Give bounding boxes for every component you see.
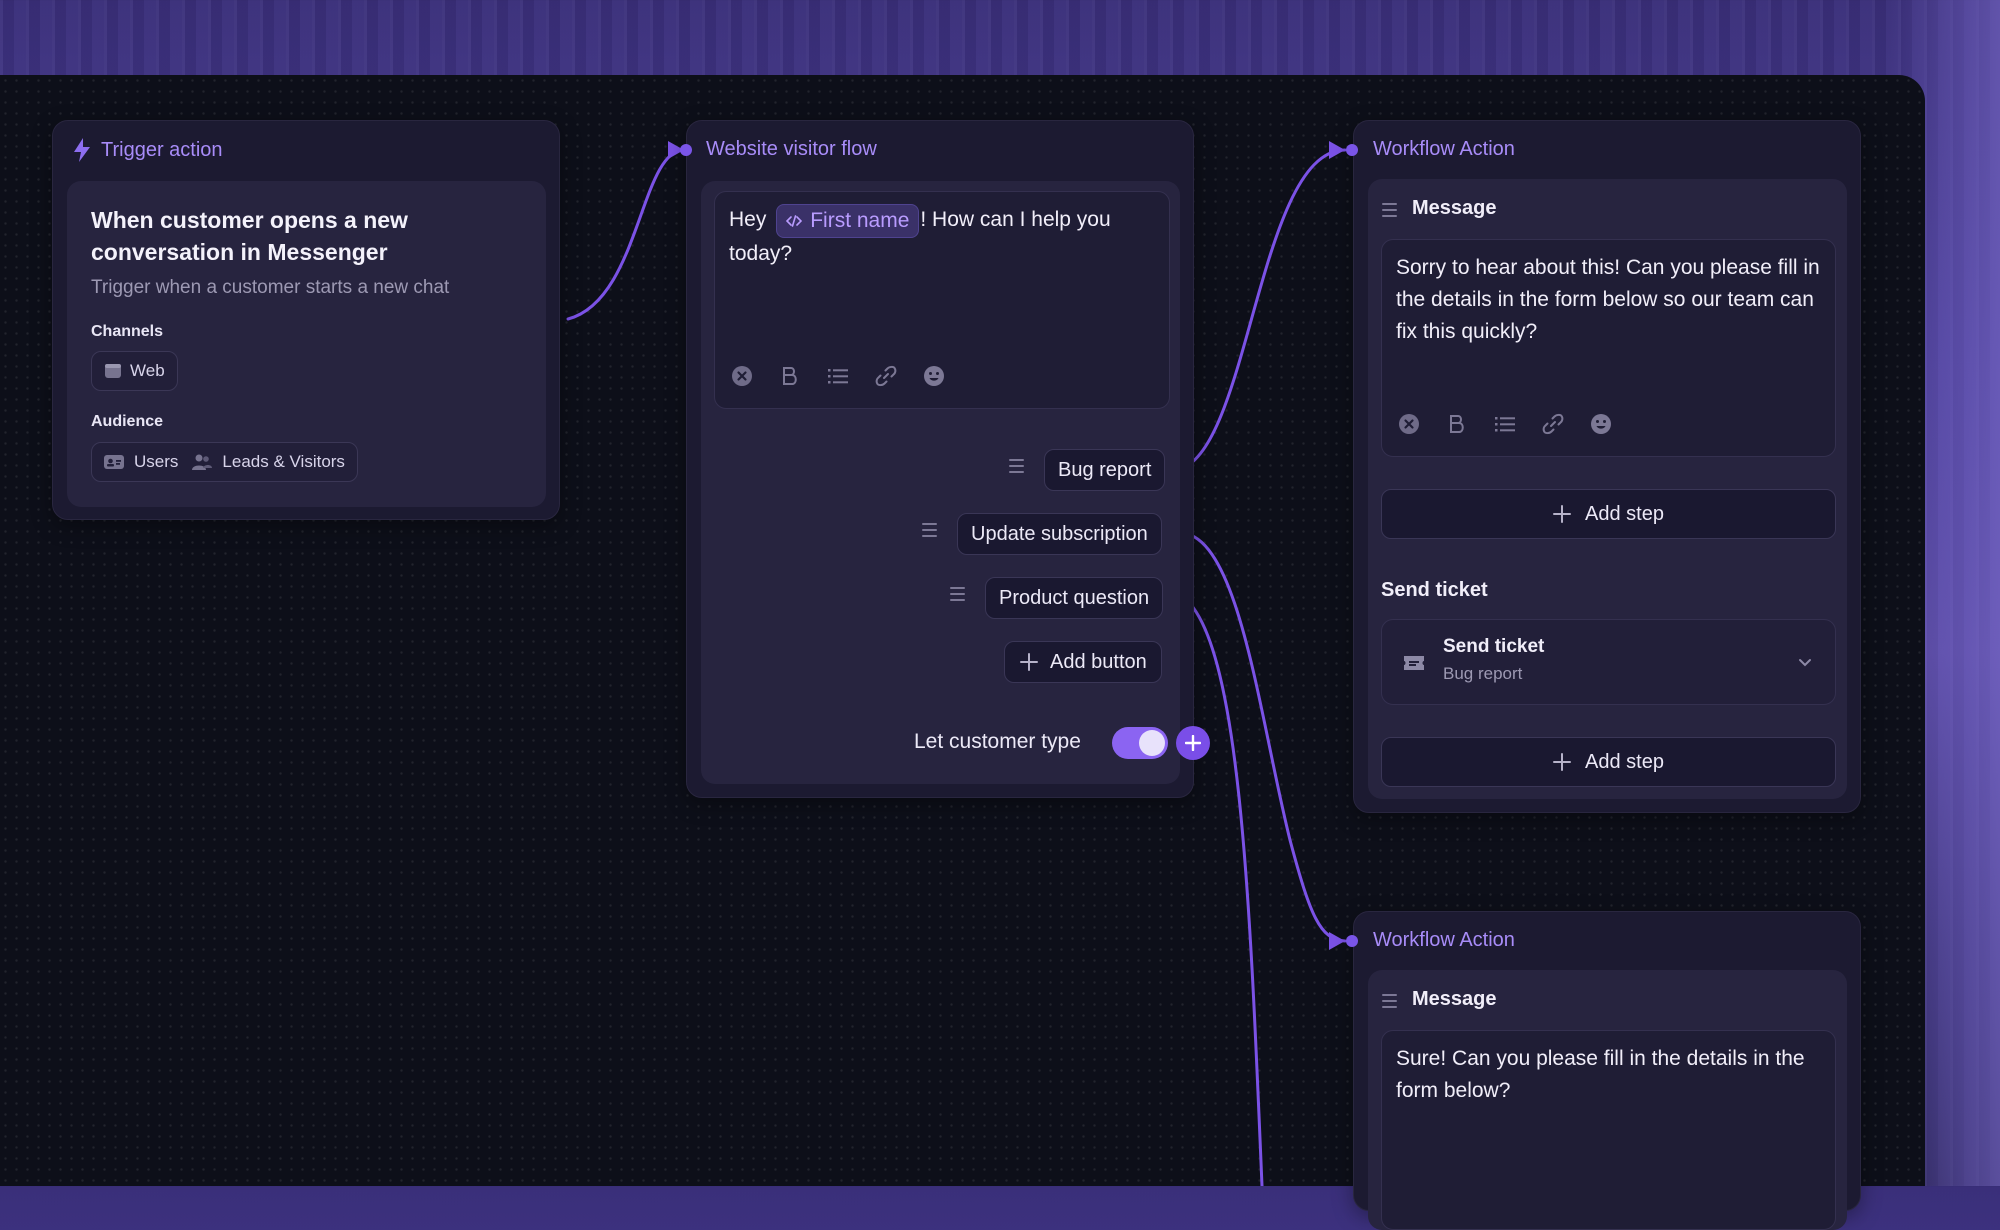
answer-button-bug-report[interactable]: Bug report <box>1044 449 1166 491</box>
trigger-title-line-2: conversation in Messenger <box>91 239 388 265</box>
trigger-card[interactable]: Trigger action When customer opens a new… <box>52 120 560 520</box>
drag-handle-icon[interactable] <box>1382 994 1397 1008</box>
workflow-action-2-header: Workflow Action <box>1373 929 1515 952</box>
audience-leads-label: Leads & Visitors <box>222 452 345 471</box>
greeting-suffix-line-2: today? <box>729 242 793 265</box>
workflow-action-1-header-label: Workflow Action <box>1373 138 1515 160</box>
plus-icon <box>1020 653 1038 671</box>
message-1-format-toolbar <box>1398 413 1612 435</box>
link-icon[interactable] <box>875 365 897 387</box>
plus-icon <box>1185 735 1201 751</box>
greeting-prefix: Hey <box>729 208 767 231</box>
chevron-down-icon[interactable] <box>1798 658 1812 668</box>
channel-web-chip[interactable]: Web <box>91 351 178 391</box>
add-step-button-2[interactable]: Add step <box>1381 737 1836 787</box>
link-icon[interactable] <box>1542 413 1564 435</box>
plus-icon <box>1553 753 1572 771</box>
plus-icon <box>1553 505 1572 523</box>
answer-label-update-subscription: Update subscription <box>971 522 1148 545</box>
drag-handle-icon[interactable] <box>1382 203 1397 217</box>
drag-handle-icon[interactable] <box>950 587 965 601</box>
add-button-label: Add button <box>1050 650 1147 673</box>
drag-handle-icon[interactable] <box>922 523 937 537</box>
input-port-action-2[interactable] <box>1346 935 1358 947</box>
visitor-flow-header-label: Website visitor flow <box>706 138 877 160</box>
message-2-label: Message <box>1412 988 1497 1010</box>
message-2-text: Sure! Can you please fill in the details… <box>1396 1047 1805 1102</box>
browser-icon <box>105 364 121 378</box>
add-button[interactable]: Add button <box>1004 641 1162 683</box>
trigger-title: When customer opens a new conversation i… <box>91 204 408 268</box>
trigger-title-line-1: When customer opens a new <box>91 207 408 233</box>
trigger-header: Trigger action <box>73 138 223 162</box>
user-card-icon <box>104 455 124 469</box>
audience-label: Audience <box>91 413 164 430</box>
input-port-action-1[interactable] <box>1346 144 1358 156</box>
trigger-header-label: Trigger action <box>101 138 223 161</box>
first-name-variable-label: First name <box>810 209 910 232</box>
greeting-format-toolbar <box>731 365 945 387</box>
list-icon[interactable] <box>827 365 849 387</box>
emoji-icon[interactable] <box>923 365 945 387</box>
toggle-knob <box>1139 730 1165 756</box>
answer-label-bug-report: Bug report <box>1058 458 1152 481</box>
input-port-visitor-flow[interactable] <box>680 144 692 156</box>
message-1-text: Sorry to hear about this! Can you please… <box>1396 256 1820 343</box>
visitor-flow-card[interactable]: Website visitor flow Hey First name ! Ho… <box>686 120 1210 798</box>
answer-button-product-question[interactable]: Product question <box>985 577 1164 619</box>
message-2-editor[interactable]: Sure! Can you please fill in the details… <box>1381 1030 1836 1230</box>
trigger-body: When customer opens a new conversation i… <box>67 181 546 507</box>
users-icon <box>192 454 213 470</box>
channel-web-label: Web <box>130 361 165 380</box>
channels-label: Channels <box>91 323 164 340</box>
trigger-subtitle: Trigger when a customer starts a new cha… <box>91 277 450 298</box>
send-ticket-section-label: Send ticket <box>1381 579 1488 601</box>
bold-icon[interactable] <box>1446 413 1468 435</box>
workflow-action-1-header: Workflow Action <box>1373 138 1515 161</box>
add-branch-button[interactable] <box>1176 726 1210 760</box>
add-step-label-1: Add step <box>1585 502 1664 525</box>
clear-icon[interactable] <box>1398 413 1420 435</box>
add-step-label-2: Add step <box>1585 750 1664 773</box>
workflow-action-2-header-label: Workflow Action <box>1373 929 1515 951</box>
answer-label-product-question: Product question <box>999 586 1150 609</box>
let-customer-type-label: Let customer type <box>914 730 1081 753</box>
send-ticket-title: Send ticket <box>1443 636 1545 657</box>
list-icon[interactable] <box>1494 413 1516 435</box>
audience-users-label: Users <box>134 452 179 471</box>
drag-handle-icon[interactable] <box>1009 459 1024 473</box>
clear-icon[interactable] <box>731 365 753 387</box>
workflow-action-card-1[interactable]: Workflow Action Message Sorry to hear ab… <box>1353 120 1861 813</box>
greeting-suffix-line-1: ! How can I help you <box>920 208 1111 231</box>
code-icon <box>786 215 803 227</box>
message-1-label: Message <box>1412 197 1497 219</box>
send-ticket-subtitle: Bug report <box>1443 664 1523 683</box>
send-ticket-select[interactable]: Send ticket Bug report <box>1381 619 1836 705</box>
first-name-variable-chip[interactable]: First name <box>776 204 920 238</box>
workflow-action-card-2[interactable]: Workflow Action Message Sure! Can you pl… <box>1353 911 1861 1230</box>
answer-button-update-subscription[interactable]: Update subscription <box>957 513 1162 555</box>
bold-icon[interactable] <box>779 365 801 387</box>
audience-chip[interactable]: Users Leads & Visitors <box>91 442 358 482</box>
let-customer-type-toggle[interactable] <box>1112 727 1168 759</box>
add-step-button-1[interactable]: Add step <box>1381 489 1836 539</box>
bolt-icon <box>74 138 90 162</box>
emoji-icon[interactable] <box>1590 413 1612 435</box>
ticket-icon <box>1404 656 1424 670</box>
visitor-flow-header: Website visitor flow <box>706 138 877 161</box>
